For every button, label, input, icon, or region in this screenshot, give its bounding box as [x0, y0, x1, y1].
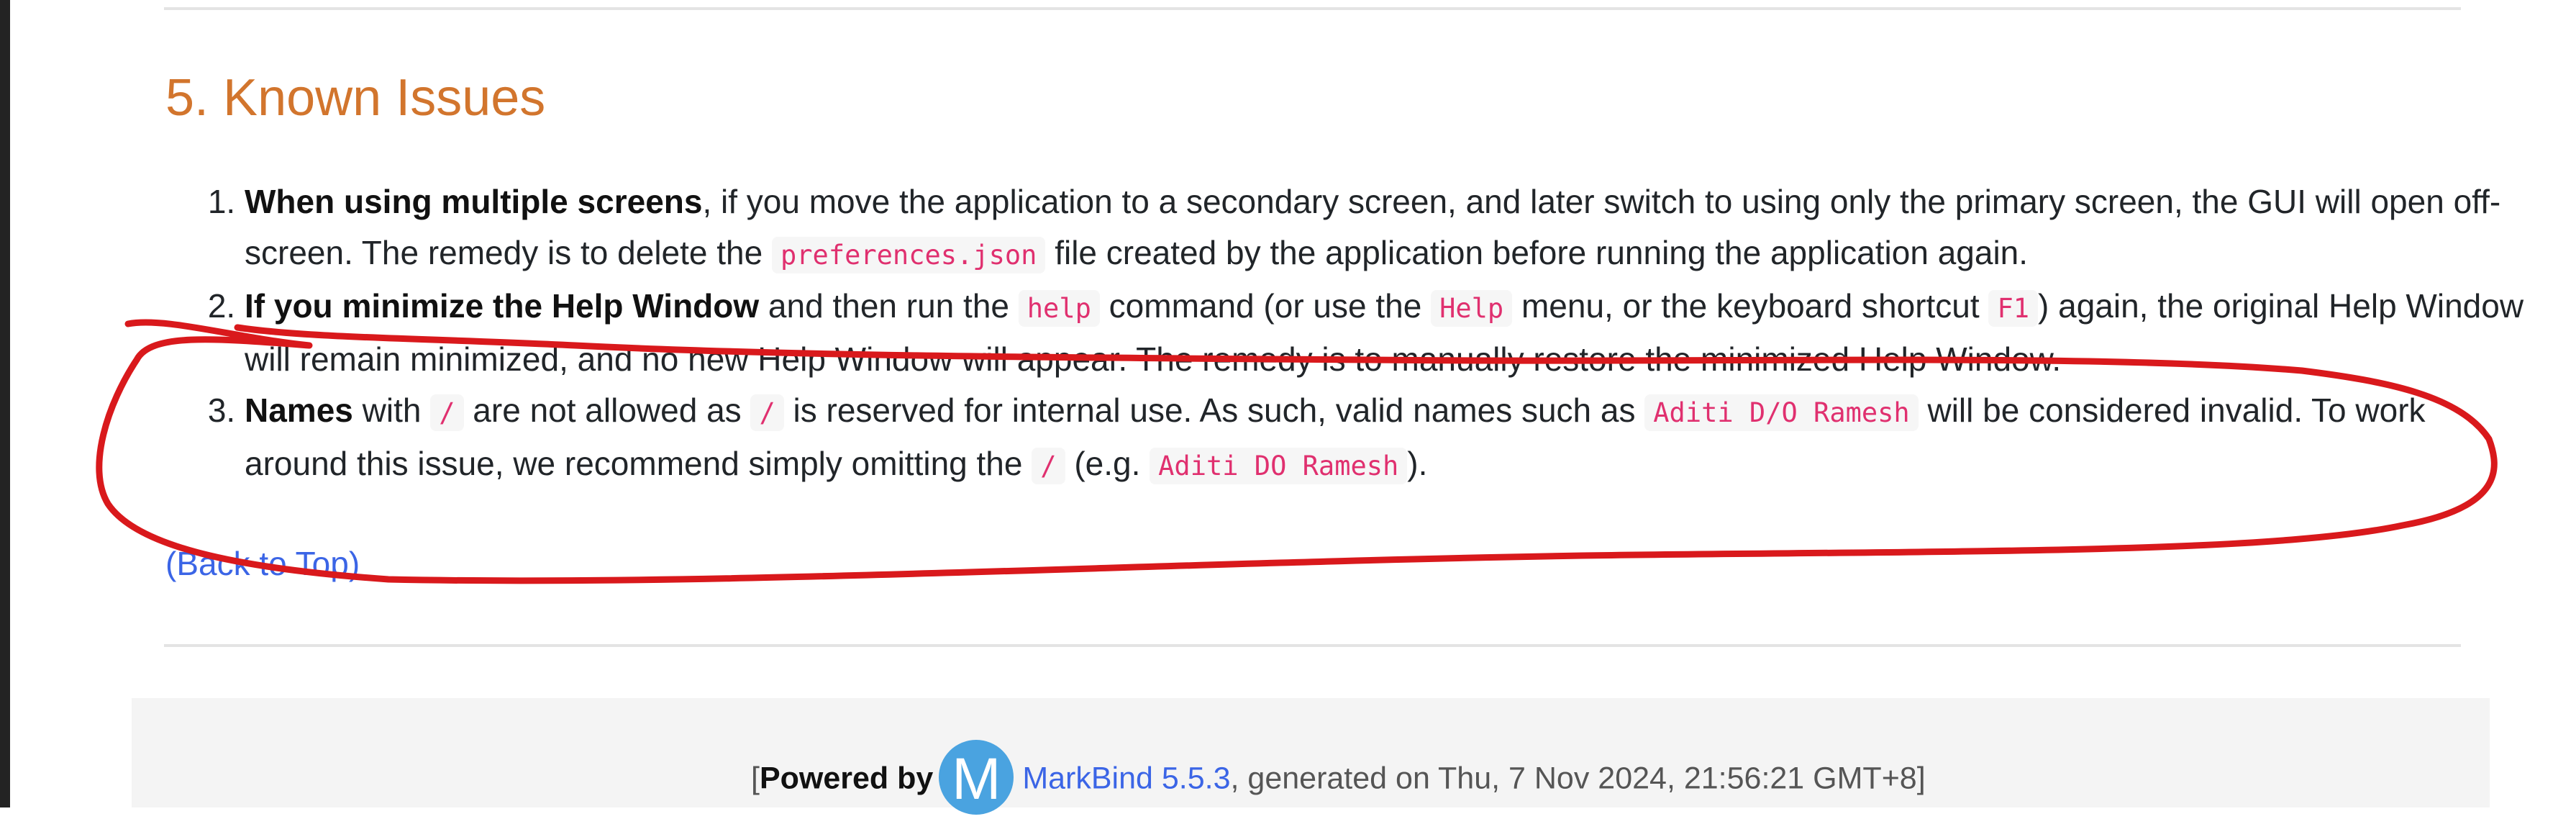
issue-3-text: ).	[1407, 445, 1428, 482]
section-heading: 5. Known Issues	[165, 69, 546, 127]
footer-text: [Powered by M MarkBind 5.5.3, generated on…	[751, 740, 1926, 818]
issue-3-title: Names	[245, 392, 353, 429]
issue-2-title: If you minimize the Help Window	[245, 287, 760, 325]
code-snippet: /	[430, 394, 464, 431]
code-snippet: /	[750, 394, 784, 431]
footer-bracket: [	[751, 761, 760, 796]
divider-bottom	[164, 644, 2461, 647]
powered-by-label: Powered by	[759, 761, 934, 796]
markbind-logo-icon[interactable]: M	[939, 740, 1014, 815]
code-snippet: F1	[1988, 290, 2039, 327]
code-snippet: Aditi DO Ramesh	[1150, 448, 1408, 484]
issue-2-text: command (or use the	[1099, 287, 1432, 325]
issue-item-3: Names with / are not allowed as / is res…	[245, 385, 2525, 492]
markbind-link[interactable]: MarkBind 5.5.3	[1022, 761, 1230, 795]
issue-3-text: with	[352, 392, 431, 429]
code-snippet: preferences.json	[772, 237, 1046, 273]
issue-2-text: menu, or the keyboard shortcut	[1512, 287, 1989, 325]
known-issues-list: When using multiple screens, if you move…	[164, 176, 2525, 492]
issue-item-2: If you minimize the Help Window and then…	[245, 281, 2525, 385]
issue-3-text: (e.g.	[1065, 445, 1150, 482]
issue-3-text: is reserved for internal use. As such, v…	[783, 392, 1645, 429]
issue-2-text: and then run the	[759, 287, 1019, 325]
divider-top	[164, 7, 2461, 10]
issue-3-text: are not allowed as	[463, 392, 751, 429]
generated-timestamp: , generated on Thu, 7 Nov 2024, 21:56:21…	[1230, 761, 1926, 796]
code-snippet: /	[1032, 448, 1065, 484]
back-to-top-link[interactable]: (Back to Top)	[165, 538, 360, 589]
code-snippet: help	[1018, 290, 1100, 327]
code-snippet: Aditi D/O Ramesh	[1644, 394, 1919, 431]
issue-1-title: When using multiple screens	[245, 183, 703, 220]
code-snippet: Help	[1431, 290, 1513, 327]
issue-1-text: file created by the application before r…	[1045, 234, 2029, 271]
issue-item-1: When using multiple screens, if you move…	[245, 176, 2525, 281]
window-edge	[0, 0, 10, 807]
